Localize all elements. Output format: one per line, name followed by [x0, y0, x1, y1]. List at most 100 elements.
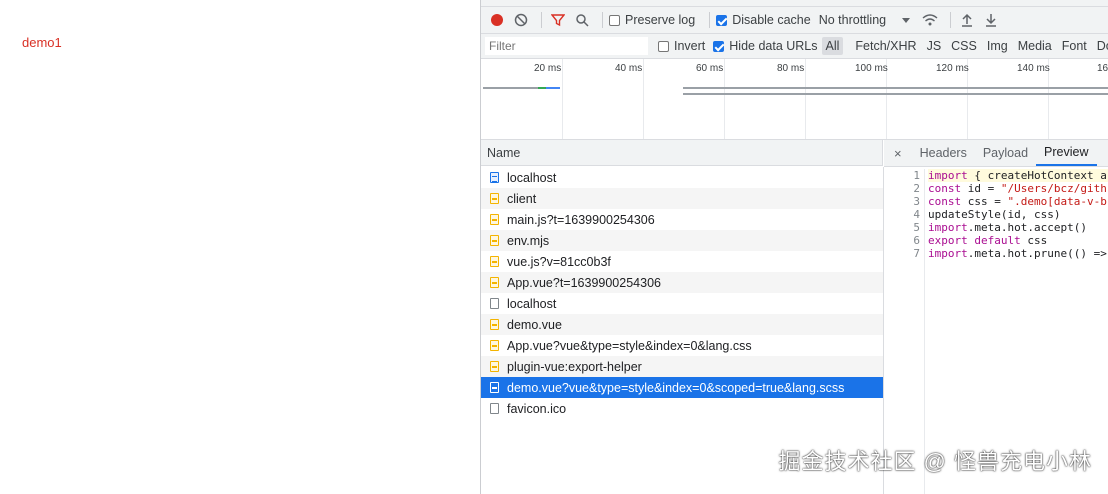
filter-type-font[interactable]: Font — [1058, 37, 1091, 55]
request-row[interactable]: App.vue?t=1639900254306 — [481, 272, 883, 293]
request-row[interactable]: vue.js?v=81cc0b3f — [481, 251, 883, 272]
name-column-header[interactable]: Name — [481, 140, 883, 166]
filter-input[interactable] — [485, 37, 648, 55]
script-icon — [490, 277, 499, 288]
script-icon — [490, 193, 499, 204]
timeline-tick: 120 ms — [936, 63, 969, 74]
tab-headers[interactable]: Headers — [912, 140, 975, 166]
network-conditions-icon[interactable] — [920, 10, 940, 30]
toolbar-divider — [602, 12, 603, 28]
code-keyword: import — [928, 221, 968, 234]
script-icon — [490, 340, 499, 351]
code-keyword: import — [928, 169, 968, 182]
filter-type-doc[interactable]: Doc — [1093, 37, 1108, 55]
tab-preview[interactable]: Preview — [1036, 140, 1097, 166]
checkbox-box[interactable] — [609, 14, 620, 26]
code-text: id = — [961, 182, 1001, 195]
timeline-tick: 140 ms — [1017, 63, 1050, 74]
request-row[interactable]: plugin-vue:export-helper — [481, 356, 883, 377]
code-text: updateStyle(id, css) — [928, 208, 1061, 221]
code-text: css — [1020, 234, 1048, 247]
filter-type-js[interactable]: JS — [923, 37, 946, 55]
preserve-log-checkbox[interactable]: Preserve log — [609, 13, 695, 27]
timeline-gridline — [724, 59, 725, 139]
script-icon — [490, 214, 499, 225]
preserve-log-label: Preserve log — [625, 13, 696, 27]
request-row[interactable]: demo.vue — [481, 314, 883, 335]
request-name: plugin-vue:export-helper — [507, 359, 642, 374]
request-name: demo.vue — [507, 317, 562, 332]
filter-type-media[interactable]: Media — [1014, 37, 1056, 55]
checkbox-box-checked[interactable] — [716, 14, 728, 26]
devtools-panel: Preserve log Disable cache No throttling… — [480, 0, 1108, 494]
line-number: 6 — [913, 234, 920, 247]
chevron-down-icon[interactable] — [896, 10, 916, 30]
code-line: const id = "/Users/bcz/gith — [928, 182, 1108, 195]
code-keyword: import — [928, 247, 968, 260]
tab-payload[interactable]: Payload — [975, 140, 1036, 166]
clear-icon[interactable] — [511, 10, 531, 30]
timeline-tick: 80 ms — [777, 63, 805, 74]
filter-bar: Invert Hide data URLs All Fetch/XHR JS C… — [481, 34, 1108, 59]
filter-type-fetch-xhr[interactable]: Fetch/XHR — [851, 37, 920, 55]
line-number: 1 — [913, 169, 920, 182]
request-row[interactable]: localhost — [481, 167, 883, 188]
disable-cache-checkbox[interactable]: Disable cache — [716, 13, 811, 27]
timeline-bar — [683, 93, 1108, 95]
checkbox-box-checked[interactable] — [713, 40, 725, 52]
hide-data-urls-label: Hide data URLs — [729, 39, 818, 53]
close-icon[interactable]: × — [884, 140, 912, 166]
timeline-gridline — [805, 59, 806, 139]
doc-icon — [490, 172, 499, 183]
request-name: main.js?t=1639900254306 — [507, 212, 655, 227]
page-viewport: demo1 — [0, 0, 480, 494]
filter-type-all[interactable]: All — [821, 37, 844, 55]
script-icon — [490, 382, 499, 393]
request-name: localhost — [507, 296, 557, 311]
code-string: ".demo[data-v-b — [1007, 195, 1107, 208]
network-toolbar: Preserve log Disable cache No throttling — [481, 7, 1108, 34]
timeline-tick: 160 — [1097, 63, 1108, 74]
request-name: client — [507, 191, 537, 206]
code-keyword: const — [928, 182, 962, 195]
timeline-bar — [483, 87, 538, 89]
toolbar-divider — [709, 12, 711, 28]
line-number: 2 — [913, 182, 920, 195]
search-icon[interactable] — [572, 10, 592, 30]
request-row[interactable]: env.mjs — [481, 230, 883, 251]
code-text: .meta.hot.prune(() => — [967, 247, 1107, 260]
code-string: "/Users/bcz/gith — [1000, 182, 1107, 195]
request-row[interactable]: client — [481, 188, 883, 209]
import-har-icon[interactable] — [957, 10, 977, 30]
filter-icon[interactable] — [548, 10, 568, 30]
toolbar-divider — [950, 12, 952, 28]
invert-checkbox[interactable]: Invert — [658, 39, 705, 53]
throttling-select[interactable]: No throttling — [819, 13, 886, 27]
watermark-text: 掘金技术社区 @ 怪兽充电小林 — [778, 449, 1092, 474]
timeline-bar — [683, 87, 1108, 89]
filter-type-img[interactable]: Img — [983, 37, 1012, 55]
request-name: App.vue?vue&type=style&index=0&lang.css — [507, 338, 752, 353]
code-line: import.meta.hot.accept() — [928, 221, 1108, 234]
demo-text: demo1 — [22, 35, 62, 50]
hide-data-urls-checkbox[interactable]: Hide data URLs — [713, 39, 818, 53]
request-row[interactable]: main.js?t=1639900254306 — [481, 209, 883, 230]
timeline-gridline — [643, 59, 644, 139]
details-tabs: × Headers Payload Preview — [884, 140, 1108, 167]
code-line: updateStyle(id, css) — [928, 208, 1108, 221]
record-icon[interactable] — [487, 10, 507, 30]
code-line: import.meta.hot.prune(() => — [928, 247, 1108, 260]
filter-type-css[interactable]: CSS — [947, 37, 981, 55]
timeline-bar — [538, 87, 546, 89]
request-name: localhost — [507, 170, 557, 185]
line-number: 3 — [913, 195, 920, 208]
blank-file-icon — [490, 298, 499, 309]
export-har-icon[interactable] — [981, 10, 1001, 30]
request-row[interactable]: favicon.ico — [481, 398, 883, 419]
timeline-overview[interactable]: 20 ms 40 ms 60 ms 80 ms 100 ms 120 ms 14… — [481, 59, 1108, 140]
checkbox-box[interactable] — [658, 40, 669, 52]
request-row[interactable]: localhost — [481, 293, 883, 314]
request-row-selected[interactable]: demo.vue?vue&type=style&index=0&scoped=t… — [481, 377, 883, 398]
line-number: 5 — [913, 221, 920, 234]
request-row[interactable]: App.vue?vue&type=style&index=0&lang.css — [481, 335, 883, 356]
